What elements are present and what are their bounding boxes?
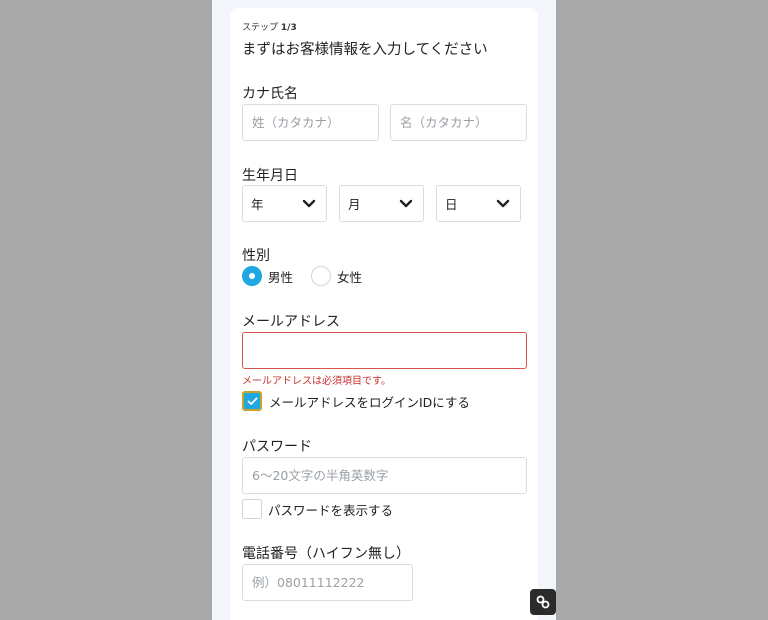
link-icon: [536, 595, 550, 609]
check-icon: [247, 397, 257, 405]
email-input[interactable]: [242, 332, 527, 369]
password-input[interactable]: [242, 457, 527, 494]
gender-radio-male[interactable]: 男性: [242, 266, 293, 286]
password-label: パスワード: [242, 439, 312, 455]
step-label: ステップ: [242, 23, 279, 33]
kana-name-label: カナ氏名: [242, 86, 298, 102]
birth-day-value: 日: [445, 197, 458, 212]
email-error-message: メールアドレスは必須項目です。: [242, 376, 391, 387]
phone-label: 電話番号（ハイフン無し）: [242, 546, 410, 562]
radio-unselected-icon: [311, 266, 331, 286]
show-password-checkbox-label: パスワードを表示する: [268, 502, 394, 518]
login-id-checkbox[interactable]: [242, 391, 262, 411]
gender-label: 性別: [242, 248, 270, 264]
show-password-checkbox-row[interactable]: パスワードを表示する: [242, 499, 393, 519]
birth-year-value: 年: [251, 197, 264, 212]
step-indicator: ステップ 1/3: [242, 20, 297, 33]
step-value: 1/3: [280, 23, 297, 33]
login-id-checkbox-row[interactable]: メールアドレスをログインIDにする: [242, 391, 470, 411]
first-name-kana-input[interactable]: [390, 104, 527, 141]
floating-link-button[interactable]: [530, 589, 556, 615]
gender-option-label: 男性: [268, 269, 294, 285]
phone-input[interactable]: [242, 564, 413, 601]
birth-day-select[interactable]: 日: [436, 185, 521, 222]
login-id-checkbox-label: メールアドレスをログインIDにする: [269, 394, 470, 410]
birth-month-select[interactable]: 月: [339, 185, 424, 222]
birthday-label: 生年月日: [242, 168, 298, 184]
chevron-down-icon: [399, 199, 413, 207]
page-viewport: ステップ 1/3 まずはお客様情報を入力してください カナ氏名 生年月日 年 月…: [212, 0, 556, 620]
form-card: ステップ 1/3 まずはお客様情報を入力してください カナ氏名 生年月日 年 月…: [230, 8, 538, 620]
chevron-down-icon: [302, 199, 316, 207]
last-name-kana-input[interactable]: [242, 104, 379, 141]
radio-selected-icon: [242, 266, 262, 286]
page-title: まずはお客様情報を入力してください: [242, 42, 488, 58]
show-password-checkbox[interactable]: [242, 499, 262, 519]
chevron-down-icon: [496, 199, 510, 207]
email-label: メールアドレス: [242, 314, 340, 330]
gender-radio-female[interactable]: 女性: [311, 266, 362, 286]
gender-option-label: 女性: [337, 269, 363, 285]
birth-month-value: 月: [348, 197, 361, 212]
birth-year-select[interactable]: 年: [242, 185, 327, 222]
